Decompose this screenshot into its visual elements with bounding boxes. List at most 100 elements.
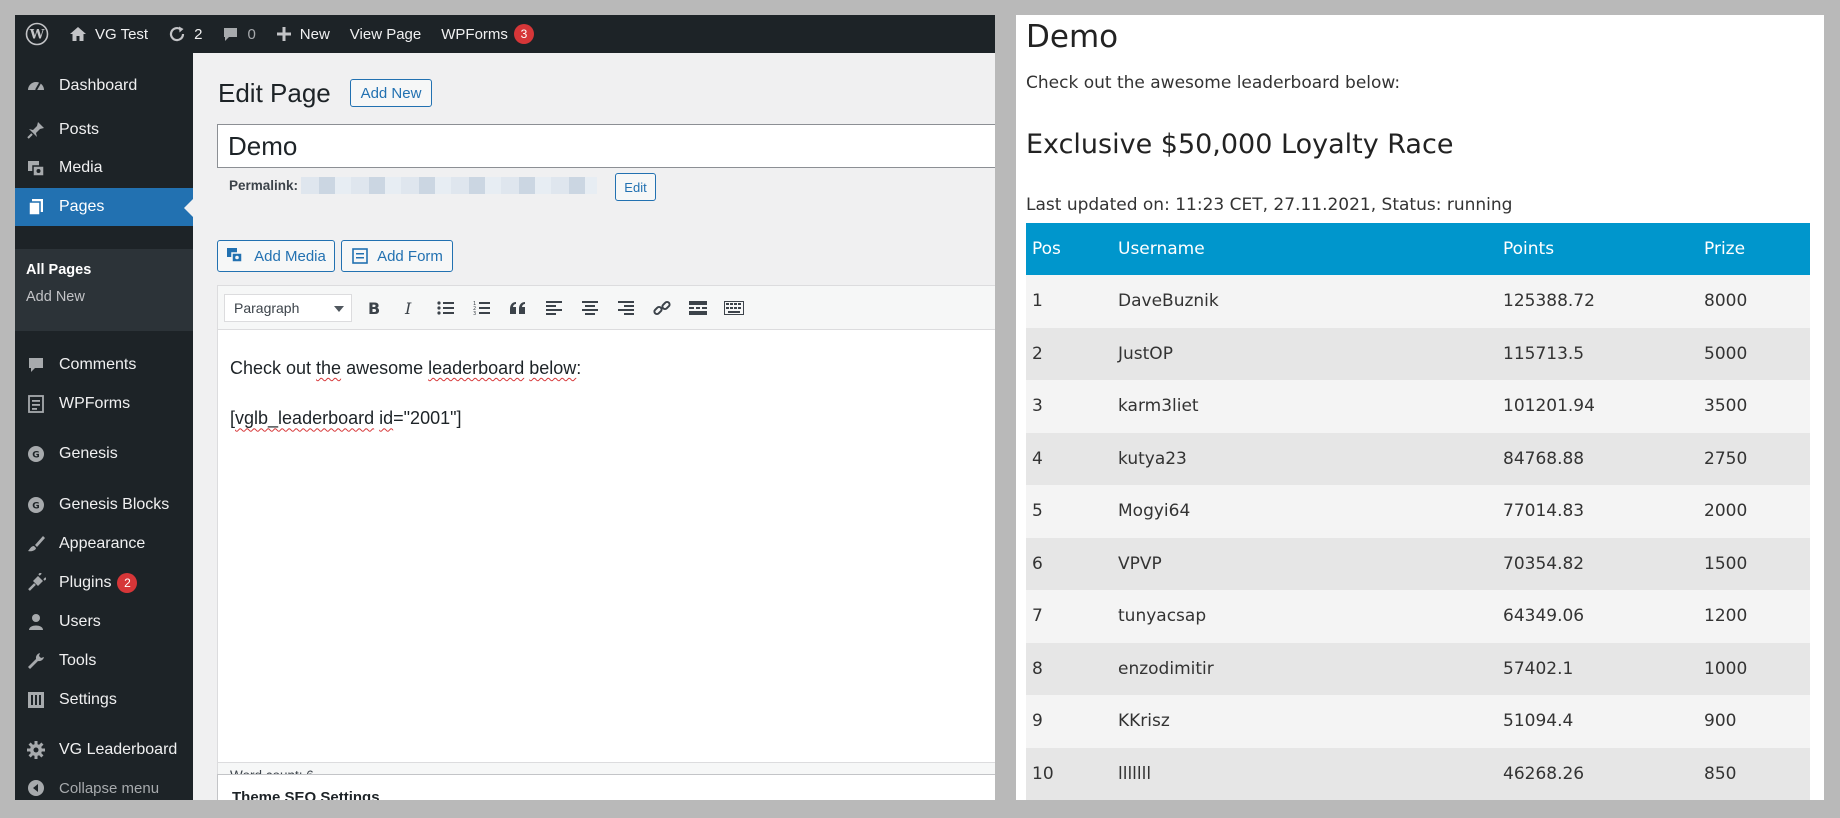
- wpforms-link[interactable]: WPForms 3: [431, 15, 544, 53]
- align-right-icon[interactable]: [608, 293, 644, 323]
- sidebar-item-genesis[interactable]: G Genesis: [15, 435, 193, 473]
- cell-prize: 2750: [1698, 432, 1810, 485]
- add-new-page-button[interactable]: Add New: [350, 79, 432, 107]
- page-title: Edit Page: [218, 78, 331, 108]
- form-icon: [352, 248, 368, 264]
- sidebar-item-comments[interactable]: Comments: [15, 346, 193, 384]
- leaderboard-body: 1 DaveBuznik 125388.72 8000 2 JustOP 115713.5 5…: [1026, 275, 1810, 800]
- wordpress-logo-icon[interactable]: W: [15, 15, 59, 53]
- cell-points: 46268.26: [1497, 747, 1698, 800]
- sidebar-item-pages[interactable]: Pages: [15, 188, 193, 226]
- updates-link[interactable]: 2: [158, 15, 212, 53]
- wpforms-badge: 3: [513, 24, 534, 44]
- post-title-input[interactable]: Demo: [217, 124, 995, 168]
- blockquote-icon[interactable]: [500, 293, 536, 323]
- sidebar-item-dashboard[interactable]: Dashboard: [15, 67, 193, 105]
- editor-body[interactable]: Check out the awesome leaderboard below:…: [230, 356, 581, 431]
- submenu-all-pages[interactable]: All Pages: [26, 262, 91, 278]
- format-select[interactable]: Paragraph: [224, 293, 352, 322]
- comments-link[interactable]: 0: [212, 15, 265, 53]
- cell-pos: 9: [1026, 695, 1112, 748]
- permalink-label: Permalink:: [229, 178, 299, 193]
- sidebar-label-vg-leaderboard: VG Leaderboard: [59, 741, 178, 758]
- italic-icon[interactable]: I: [392, 293, 428, 323]
- paintbrush-icon: [23, 531, 49, 557]
- cell-prize: 8000: [1698, 275, 1810, 328]
- view-page-link[interactable]: View Page: [340, 15, 431, 53]
- cell-username: Mogyi64: [1112, 485, 1497, 538]
- sidebar-item-appearance[interactable]: Appearance: [15, 525, 193, 563]
- plug-icon: [23, 570, 49, 596]
- table-row: 8 enzodimitir 57402.1 1000: [1026, 642, 1810, 695]
- collapse-menu-button[interactable]: Collapse menu: [15, 769, 193, 800]
- toolbar-toggle-icon[interactable]: [716, 293, 752, 323]
- cell-username: karm3liet: [1112, 380, 1497, 433]
- sidebar-label-collapse: Collapse menu: [59, 779, 160, 797]
- add-form-button[interactable]: Add Form: [341, 240, 453, 272]
- svg-text:3: 3: [473, 311, 476, 316]
- genesis-icon: G: [23, 441, 49, 467]
- cell-points: 84768.88: [1497, 432, 1698, 485]
- sidebar-label-pages: Pages: [59, 198, 105, 215]
- refresh-icon: [170, 26, 185, 42]
- svg-text:W: W: [29, 28, 45, 43]
- new-label: New: [299, 25, 330, 43]
- cell-pos: 2: [1026, 327, 1112, 380]
- sidebar-item-settings[interactable]: Settings: [15, 681, 193, 719]
- wp-admin-window: W VG Test 2 0 New View Page WPForms 3 Da: [15, 15, 995, 800]
- sidebar-label-posts: Posts: [59, 121, 100, 138]
- link-icon[interactable]: [644, 293, 680, 323]
- plus-icon: [276, 27, 291, 41]
- sidebar-item-media[interactable]: Media: [15, 149, 193, 187]
- bulleted-list-icon[interactable]: [428, 293, 464, 323]
- column-header-points: Points: [1497, 223, 1698, 275]
- permalink-url-blurred[interactable]: [301, 177, 598, 194]
- align-left-icon[interactable]: [536, 293, 572, 323]
- leaderboard-updated-status: Last updated on: 11:23 CET, 27.11.2021, …: [1026, 195, 1513, 215]
- new-content-link[interactable]: New: [266, 15, 340, 53]
- settings-sliders-icon: [23, 687, 49, 713]
- read-more-icon[interactable]: [680, 293, 716, 323]
- cell-points: 77014.83: [1497, 485, 1698, 538]
- home-icon: [70, 27, 86, 41]
- table-row: 2 JustOP 115713.5 5000: [1026, 327, 1810, 380]
- table-row: 5 Mogyi64 77014.83 2000: [1026, 485, 1810, 538]
- sidebar-item-plugins[interactable]: Plugins 2: [15, 564, 193, 602]
- sidebar-item-tools[interactable]: Tools: [15, 642, 193, 680]
- table-row: 9 KKrisz 51094.4 900: [1026, 695, 1810, 748]
- site-name-link[interactable]: VG Test: [59, 15, 158, 53]
- sidebar-item-users[interactable]: Users: [15, 603, 193, 641]
- sidebar-item-wpforms[interactable]: WPForms: [15, 385, 193, 423]
- sidebar-label-users: Users: [59, 613, 101, 630]
- theme-seo-settings-box[interactable]: Theme SEO Settings: [217, 774, 995, 800]
- classic-editor: Paragraph B I 123 Check out the awesome …: [217, 285, 995, 790]
- permalink-edit-button[interactable]: Edit: [615, 173, 656, 201]
- cell-points: 64349.06: [1497, 590, 1698, 643]
- sidebar-item-posts[interactable]: Posts: [15, 111, 193, 149]
- sidebar-item-genesis-blocks[interactable]: G Genesis Blocks: [15, 486, 193, 524]
- numbered-list-icon[interactable]: 123: [464, 293, 500, 323]
- cell-pos: 5: [1026, 485, 1112, 538]
- cell-prize: 1200: [1698, 590, 1810, 643]
- updates-count: 2: [194, 25, 203, 43]
- add-media-icon: [227, 248, 243, 263]
- align-center-icon[interactable]: [572, 293, 608, 323]
- table-row: 7 tunyacsap 64349.06 1200: [1026, 590, 1810, 643]
- add-media-button[interactable]: Add Media: [217, 240, 335, 272]
- sidebar-item-vg-leaderboard[interactable]: VG Leaderboard: [15, 731, 193, 769]
- sidebar-label-media: Media: [59, 159, 103, 176]
- svg-text:G: G: [32, 451, 39, 461]
- cell-username: enzodimitir: [1112, 642, 1497, 695]
- cell-prize: 1500: [1698, 537, 1810, 590]
- frontend-page-title: Demo: [1026, 19, 1119, 55]
- cell-pos: 4: [1026, 432, 1112, 485]
- bold-icon[interactable]: B: [356, 293, 392, 323]
- cell-username: lllllll: [1112, 747, 1497, 800]
- cell-prize: 1000: [1698, 642, 1810, 695]
- table-row: 3 karm3liet 101201.94 3500: [1026, 380, 1810, 433]
- comment-icon: [23, 352, 49, 378]
- sidebar-label-tools: Tools: [59, 652, 97, 669]
- permalink-row: Permalink:: [229, 177, 598, 194]
- submenu-add-new[interactable]: Add New: [26, 289, 85, 305]
- add-form-label: Add Form: [377, 247, 443, 265]
